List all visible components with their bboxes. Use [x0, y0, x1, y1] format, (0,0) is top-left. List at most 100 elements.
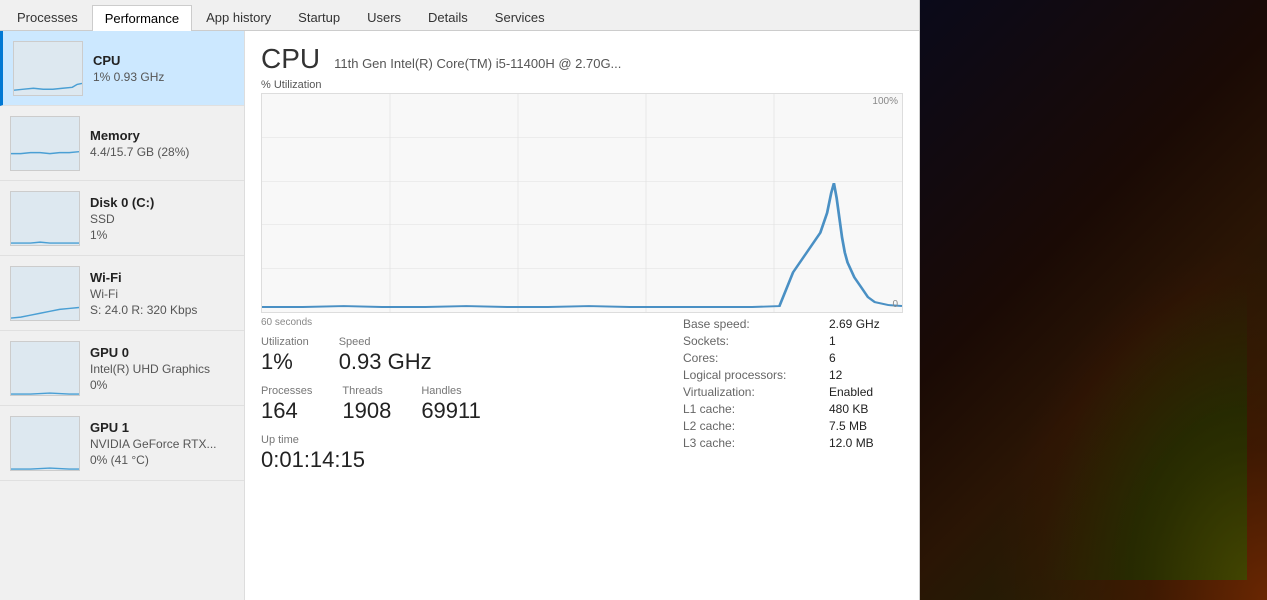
- disk-title: Disk 0 (C:): [90, 195, 234, 210]
- stats-row-2: Processes 164 Threads 1908 Handles 69911: [261, 385, 481, 424]
- logical-key: Logical processors:: [683, 368, 813, 382]
- threads-label: Threads: [342, 385, 391, 397]
- gpu1-name: NVIDIA GeForce RTX...: [90, 437, 234, 451]
- processes-stat: Processes 164: [261, 385, 312, 424]
- tab-details[interactable]: Details: [415, 4, 481, 30]
- l3-key: L3 cache:: [683, 436, 813, 450]
- chart-max-label: 100%: [872, 96, 898, 107]
- handles-stat: Handles 69911: [421, 385, 481, 424]
- tab-startup[interactable]: Startup: [285, 4, 353, 30]
- l2-key: L2 cache:: [683, 419, 813, 433]
- cpu-title: CPU: [93, 53, 234, 68]
- wifi-title: Wi-Fi: [90, 270, 234, 285]
- cores-row: Cores: 6: [683, 351, 903, 365]
- tab-bar: Processes Performance App history Startu…: [0, 0, 919, 31]
- cores-key: Cores:: [683, 351, 813, 365]
- tab-services[interactable]: Services: [482, 4, 558, 30]
- cpu-info: CPU 1% 0.93 GHz: [93, 53, 234, 84]
- handles-label: Handles: [421, 385, 481, 397]
- cpu-info-table: Base speed: 2.69 GHz Sockets: 1 Cores: 6…: [683, 317, 903, 453]
- wifi-info: Wi-Fi Wi-Fi S: 24.0 R: 320 Kbps: [90, 270, 234, 317]
- wifi-name: Wi-Fi: [90, 287, 234, 301]
- uptime-block: Up time 0:01:14:15: [261, 434, 481, 473]
- sockets-row: Sockets: 1: [683, 334, 903, 348]
- gpu0-info: GPU 0 Intel(R) UHD Graphics 0%: [90, 345, 234, 392]
- handles-value: 69911: [421, 398, 481, 424]
- l3-row: L3 cache: 12.0 MB: [683, 436, 903, 450]
- utilization-stat: Utilization 1%: [261, 336, 309, 375]
- main-content: CPU 1% 0.93 GHz Memory 4.4/15.7 GB (28%): [0, 31, 919, 600]
- cpu-mini-graph: [13, 41, 83, 96]
- gpu1-mini-graph: [10, 416, 80, 471]
- l2-row: L2 cache: 7.5 MB: [683, 419, 903, 433]
- virt-val: Enabled: [829, 385, 873, 399]
- chart-time-label: 60 seconds: [261, 317, 481, 328]
- tab-performance[interactable]: Performance: [92, 5, 192, 31]
- utilization-value: 1%: [261, 349, 309, 375]
- sidebar: CPU 1% 0.93 GHz Memory 4.4/15.7 GB (28%): [0, 31, 245, 600]
- sidebar-item-memory[interactable]: Memory 4.4/15.7 GB (28%): [0, 106, 244, 181]
- disk-type: SSD: [90, 212, 234, 226]
- task-manager-window: Processes Performance App history Startu…: [0, 0, 920, 600]
- memory-subtitle: 4.4/15.7 GB (28%): [90, 145, 234, 159]
- uptime-label: Up time: [261, 434, 481, 446]
- cpu-big-label: CPU: [261, 43, 320, 75]
- cpu-chart: 100% 0: [261, 93, 903, 313]
- wifi-speed: S: 24.0 R: 320 Kbps: [90, 303, 234, 317]
- disk-info: Disk 0 (C:) SSD 1%: [90, 195, 234, 242]
- virt-key: Virtualization:: [683, 385, 813, 399]
- gpu0-mini-graph: [10, 341, 80, 396]
- speed-value: 0.93 GHz: [339, 349, 432, 375]
- sidebar-item-gpu1[interactable]: GPU 1 NVIDIA GeForce RTX... 0% (41 °C): [0, 406, 244, 481]
- gpu1-title: GPU 1: [90, 420, 234, 435]
- disk-mini-graph: [10, 191, 80, 246]
- logical-val: 12: [829, 368, 842, 382]
- desktop-background: [920, 0, 1267, 600]
- gpu0-name: Intel(R) UHD Graphics: [90, 362, 234, 376]
- threads-stat: Threads 1908: [342, 385, 391, 424]
- sidebar-item-disk[interactable]: Disk 0 (C:) SSD 1%: [0, 181, 244, 256]
- virt-row: Virtualization: Enabled: [683, 385, 903, 399]
- base-speed-val: 2.69 GHz: [829, 317, 880, 331]
- processes-label: Processes: [261, 385, 312, 397]
- utilization-label: Utilization: [261, 336, 309, 348]
- utilization-axis-label: % Utilization: [261, 79, 903, 91]
- cpu-chart-svg: [262, 94, 902, 312]
- cpu-full-name: 11th Gen Intel(R) Core(TM) i5-11400H @ 2…: [334, 56, 621, 71]
- gpu0-percent: 0%: [90, 378, 234, 392]
- logical-row: Logical processors: 12: [683, 368, 903, 382]
- stats-row-1: Utilization 1% Speed 0.93 GHz: [261, 336, 481, 375]
- l3-val: 12.0 MB: [829, 436, 874, 450]
- threads-value: 1908: [342, 398, 391, 424]
- detail-panel: CPU 11th Gen Intel(R) Core(TM) i5-11400H…: [245, 31, 919, 600]
- tab-processes[interactable]: Processes: [4, 4, 91, 30]
- tab-users[interactable]: Users: [354, 4, 414, 30]
- chart-min-label: 0: [892, 299, 898, 310]
- speed-label: Speed: [339, 336, 432, 348]
- wifi-mini-graph: [10, 266, 80, 321]
- l1-key: L1 cache:: [683, 402, 813, 416]
- base-speed-row: Base speed: 2.69 GHz: [683, 317, 903, 331]
- gpu0-title: GPU 0: [90, 345, 234, 360]
- cpu-subtitle: 1% 0.93 GHz: [93, 70, 234, 84]
- tab-app-history[interactable]: App history: [193, 4, 284, 30]
- memory-title: Memory: [90, 128, 234, 143]
- speed-stat: Speed 0.93 GHz: [339, 336, 432, 375]
- l2-val: 7.5 MB: [829, 419, 867, 433]
- l1-val: 480 KB: [829, 402, 868, 416]
- cores-val: 6: [829, 351, 836, 365]
- cpu-header: CPU 11th Gen Intel(R) Core(TM) i5-11400H…: [261, 43, 903, 75]
- base-speed-key: Base speed:: [683, 317, 813, 331]
- sidebar-item-gpu0[interactable]: GPU 0 Intel(R) UHD Graphics 0%: [0, 331, 244, 406]
- memory-info: Memory 4.4/15.7 GB (28%): [90, 128, 234, 159]
- processes-value: 164: [261, 398, 312, 424]
- disk-percent: 1%: [90, 228, 234, 242]
- sidebar-item-wifi[interactable]: Wi-Fi Wi-Fi S: 24.0 R: 320 Kbps: [0, 256, 244, 331]
- sockets-key: Sockets:: [683, 334, 813, 348]
- gpu1-info: GPU 1 NVIDIA GeForce RTX... 0% (41 °C): [90, 420, 234, 467]
- l1-row: L1 cache: 480 KB: [683, 402, 903, 416]
- gpu1-temp: 0% (41 °C): [90, 453, 234, 467]
- uptime-value: 0:01:14:15: [261, 447, 481, 473]
- sidebar-item-cpu[interactable]: CPU 1% 0.93 GHz: [0, 31, 244, 106]
- memory-mini-graph: [10, 116, 80, 171]
